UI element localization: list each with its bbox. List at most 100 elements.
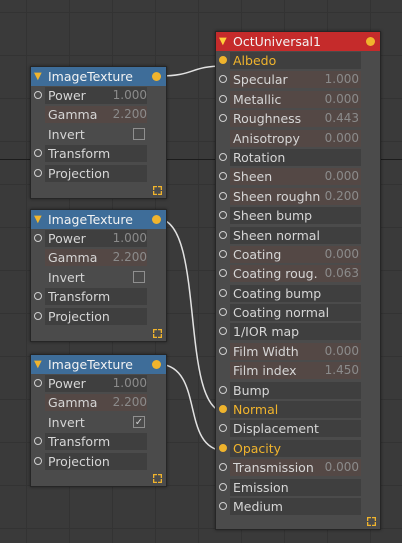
param-transmission[interactable]: Transmission 0.000 xyxy=(216,458,380,477)
param-roughness[interactable]: Roughness 0.443 xyxy=(216,109,380,128)
param-opacity[interactable]: Opacity xyxy=(216,439,380,458)
param-film-index[interactable]: Film index 1.450 xyxy=(216,361,380,380)
param-projection[interactable]: Projection xyxy=(31,164,166,183)
input-socket[interactable] xyxy=(34,456,42,465)
input-socket[interactable] xyxy=(34,311,42,320)
param-medium[interactable]: Medium xyxy=(216,497,380,516)
param-projection[interactable]: Projection xyxy=(31,307,166,326)
param-ior-map[interactable]: 1/IOR map xyxy=(216,322,380,341)
input-socket[interactable] xyxy=(34,168,42,177)
input-socket[interactable] xyxy=(34,437,42,446)
image-texture-node-1[interactable]: ▼ ImageTexture Power 1.000 Gamma 2.200 I… xyxy=(30,66,167,199)
param-coating-normal[interactable]: Coating normal xyxy=(216,303,380,322)
input-socket-connected[interactable] xyxy=(219,443,227,452)
param-normal[interactable]: Normal xyxy=(216,400,380,419)
param-coating[interactable]: Coating 0.000 xyxy=(216,245,380,264)
output-socket[interactable] xyxy=(152,72,161,81)
invert-checkbox[interactable] xyxy=(133,127,145,140)
param-value: 0.443 xyxy=(324,111,359,126)
param-rotation[interactable]: Rotation xyxy=(216,148,380,167)
param-transform[interactable]: Transform xyxy=(31,144,166,163)
invert-checkbox[interactable]: ✓ xyxy=(133,415,145,428)
input-socket[interactable] xyxy=(219,75,227,84)
input-socket[interactable] xyxy=(219,191,227,200)
param-power[interactable]: Power 1.000 xyxy=(31,229,166,248)
param-label: Transform xyxy=(48,289,111,305)
param-specular[interactable]: Specular 1.000 xyxy=(216,70,380,89)
output-socket[interactable] xyxy=(152,215,161,224)
input-socket[interactable] xyxy=(219,249,227,258)
param-label: 1/IOR map xyxy=(233,324,300,340)
input-socket[interactable] xyxy=(34,292,42,301)
param-coating-roughness[interactable]: Coating roug. 0.063 xyxy=(216,264,380,283)
resize-icon[interactable] xyxy=(153,329,162,338)
input-socket[interactable] xyxy=(219,327,227,336)
output-socket[interactable] xyxy=(366,37,375,46)
input-socket-connected[interactable] xyxy=(219,56,227,64)
param-transform[interactable]: Transform xyxy=(31,287,166,306)
param-value: 1.000 xyxy=(324,72,359,87)
input-socket[interactable] xyxy=(34,234,42,242)
node-header[interactable]: ▼ ImageTexture xyxy=(31,67,166,86)
param-power[interactable]: Power 1.000 xyxy=(31,374,166,393)
param-invert[interactable]: Invert xyxy=(31,268,166,287)
collapse-triangle-icon[interactable]: ▼ xyxy=(219,32,227,51)
param-invert[interactable]: Invert ✓ xyxy=(31,413,166,432)
input-socket[interactable] xyxy=(219,230,227,239)
input-socket[interactable] xyxy=(219,94,227,103)
oct-universal-node[interactable]: ▼ OctUniversal1 Albedo Specular 1.000 Me… xyxy=(215,31,381,530)
param-displacement[interactable]: Displacement xyxy=(216,419,380,438)
param-sheen[interactable]: Sheen 0.000 xyxy=(216,167,380,186)
param-value: 0.000 xyxy=(324,169,359,184)
node-header[interactable]: ▼ ImageTexture xyxy=(31,355,166,374)
param-value: 1.000 xyxy=(112,376,147,390)
output-socket[interactable] xyxy=(152,360,161,369)
input-socket[interactable] xyxy=(219,463,227,472)
input-socket[interactable] xyxy=(219,308,227,317)
input-socket[interactable] xyxy=(219,501,227,510)
collapse-triangle-icon[interactable]: ▼ xyxy=(34,67,42,86)
param-label: Coating xyxy=(233,246,282,262)
param-gamma[interactable]: Gamma 2.200 xyxy=(31,393,166,412)
input-socket[interactable] xyxy=(219,385,227,394)
input-socket[interactable] xyxy=(219,424,227,433)
input-socket[interactable] xyxy=(219,482,227,491)
image-texture-node-2[interactable]: ▼ ImageTexture Power 1.000 Gamma 2.200 I… xyxy=(30,209,167,342)
invert-checkbox[interactable] xyxy=(133,270,145,283)
param-projection[interactable]: Projection xyxy=(31,452,166,471)
param-sheen-normal[interactable]: Sheen normal xyxy=(216,226,380,245)
resize-icon[interactable] xyxy=(153,186,162,195)
collapse-triangle-icon[interactable]: ▼ xyxy=(34,355,42,374)
param-sheen-roughness[interactable]: Sheen roughn 0.200 xyxy=(216,187,380,206)
input-socket[interactable] xyxy=(219,114,227,123)
input-socket[interactable] xyxy=(219,152,227,161)
param-film-width[interactable]: Film Width 0.000 xyxy=(216,342,380,361)
param-gamma[interactable]: Gamma 2.200 xyxy=(31,105,166,124)
param-albedo[interactable]: Albedo xyxy=(216,51,380,70)
input-socket-connected[interactable] xyxy=(219,405,227,414)
param-anisotropy[interactable]: Anisotropy 0.000 xyxy=(216,129,380,148)
collapse-triangle-icon[interactable]: ▼ xyxy=(34,210,42,229)
param-transform[interactable]: Transform xyxy=(31,432,166,451)
param-invert[interactable]: Invert xyxy=(31,125,166,144)
input-socket[interactable] xyxy=(219,172,227,181)
image-texture-node-3[interactable]: ▼ ImageTexture Power 1.000 Gamma 2.200 I… xyxy=(30,354,167,487)
param-coating-bump[interactable]: Coating bump xyxy=(216,284,380,303)
input-socket[interactable] xyxy=(219,346,227,355)
param-sheen-bump[interactable]: Sheen bump xyxy=(216,206,380,225)
input-socket[interactable] xyxy=(34,379,42,387)
input-socket[interactable] xyxy=(34,149,42,158)
resize-icon[interactable] xyxy=(367,517,376,526)
input-socket[interactable] xyxy=(219,269,227,278)
param-gamma[interactable]: Gamma 2.200 xyxy=(31,248,166,267)
param-power[interactable]: Power 1.000 xyxy=(31,86,166,105)
input-socket[interactable] xyxy=(34,91,42,99)
param-emission[interactable]: Emission xyxy=(216,478,380,497)
input-socket[interactable] xyxy=(219,288,227,297)
param-bump[interactable]: Bump xyxy=(216,381,380,400)
node-header[interactable]: ▼ OctUniversal1 xyxy=(216,32,380,51)
input-socket[interactable] xyxy=(219,211,227,220)
node-header[interactable]: ▼ ImageTexture xyxy=(31,210,166,229)
resize-icon[interactable] xyxy=(153,474,162,483)
param-metallic[interactable]: Metallic 0.000 xyxy=(216,90,380,109)
